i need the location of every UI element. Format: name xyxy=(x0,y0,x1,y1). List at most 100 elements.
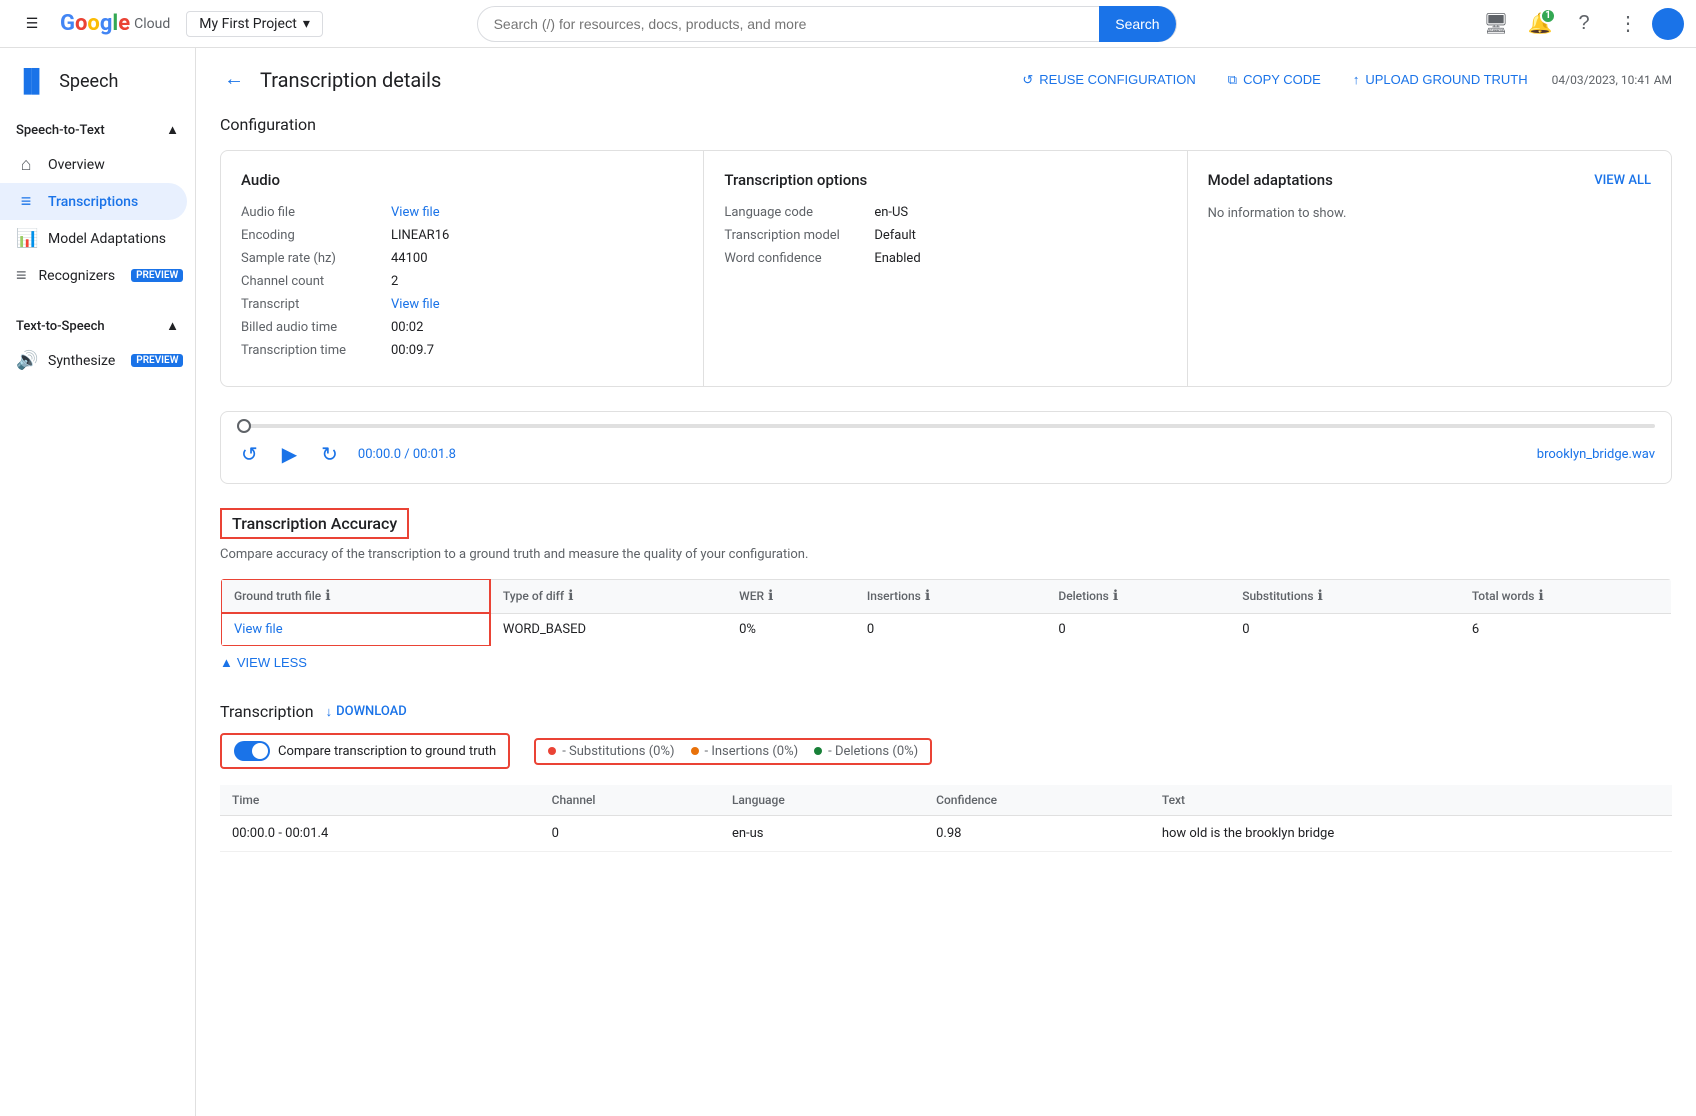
transcription-table: Time Channel Language Confidence Text 00… xyxy=(220,785,1672,852)
compare-toggle[interactable] xyxy=(234,741,270,761)
info-icon-wer[interactable]: ℹ xyxy=(768,588,773,604)
main-content: ← Transcription details ↺ REUSE CONFIGUR… xyxy=(196,48,1696,1116)
info-icon-ground-truth[interactable]: ℹ xyxy=(325,588,330,604)
info-icon-substitutions[interactable]: ℹ xyxy=(1318,588,1323,604)
search-input[interactable] xyxy=(494,16,1100,32)
view-all-link[interactable]: VIEW ALL xyxy=(1594,173,1651,188)
progress-thumb[interactable] xyxy=(237,419,251,433)
notifications-icon[interactable]: 🔔 xyxy=(1520,4,1560,44)
reuse-configuration-button[interactable]: ↺ REUSE CONFIGURATION xyxy=(1014,68,1203,92)
rewind-button[interactable]: ↺ xyxy=(237,438,262,471)
legend-deletions: - Deletions (0%) xyxy=(814,744,918,759)
download-icon: ↓ xyxy=(326,704,333,720)
search-bar: Search xyxy=(477,6,1177,42)
product-name: Speech xyxy=(59,71,118,92)
preview-badge-synthesize: PREVIEW xyxy=(131,354,183,367)
th-type-of-diff: Type of diff ℹ xyxy=(490,579,727,613)
audio-filename-link[interactable]: brooklyn_bridge.wav xyxy=(1537,447,1655,462)
project-name: My First Project xyxy=(199,16,297,32)
audio-progress-bar[interactable] xyxy=(237,424,1655,428)
ground-truth-file-link[interactable]: View file xyxy=(234,622,283,637)
menu-icon[interactable]: ☰ xyxy=(12,4,52,44)
avatar[interactable] xyxy=(1652,8,1684,40)
toggle-thumb xyxy=(252,743,268,759)
td-total-words: 6 xyxy=(1460,613,1672,646)
chevron-up-icon: ▲ xyxy=(166,122,179,138)
compare-toggle-container: Compare transcription to ground truth xyxy=(220,733,510,769)
sidebar-item-recognizers[interactable]: ≡ Recognizers PREVIEW xyxy=(0,257,187,294)
audio-file-link[interactable]: View file xyxy=(391,205,440,220)
sidebar-item-transcriptions[interactable]: ≡ Transcriptions xyxy=(0,183,187,220)
project-selector[interactable]: My First Project ▾ xyxy=(186,11,323,37)
audio-card: Audio Audio file View file Encoding LINE… xyxy=(221,151,704,386)
td-substitutions: 0 xyxy=(1230,613,1460,646)
copy-icon: ⧉ xyxy=(1228,72,1237,88)
word-confidence-row: Word confidence Enabled xyxy=(724,251,1166,266)
cast-icon[interactable]: 🖥 xyxy=(1476,4,1516,44)
model-adaptations-icon: 📊 xyxy=(16,228,36,249)
download-link[interactable]: ↓ DOWNLOAD xyxy=(326,704,407,720)
th-substitutions: Substitutions ℹ xyxy=(1230,579,1460,613)
substitutions-dot xyxy=(548,747,556,755)
td-trans-language: en-us xyxy=(720,816,924,852)
chevron-up-icon-tts: ▲ xyxy=(166,318,179,334)
preview-badge: PREVIEW xyxy=(131,269,183,282)
accuracy-table-row: View file WORD_BASED 0% 0 0 0 6 xyxy=(221,613,1672,646)
td-type-of-diff: WORD_BASED xyxy=(490,613,727,646)
th-trans-channel: Channel xyxy=(540,785,720,816)
billed-audio-row: Billed audio time 00:02 xyxy=(241,320,683,335)
upload-ground-truth-button[interactable]: ↑ UPLOAD GROUND TRUTH xyxy=(1345,68,1536,91)
th-deletions: Deletions ℹ xyxy=(1046,579,1230,613)
transcription-model-row: Transcription model Default xyxy=(724,228,1166,243)
config-cards: Audio Audio file View file Encoding LINE… xyxy=(220,150,1672,387)
upload-icon: ↑ xyxy=(1353,72,1360,87)
page-header-left: ← Transcription details xyxy=(220,64,441,95)
transcriptions-icon: ≡ xyxy=(16,191,36,212)
info-icon-deletions[interactable]: ℹ xyxy=(1113,588,1118,604)
notification-count: 1 xyxy=(1540,8,1556,24)
td-trans-time: 00:00.0 - 00:01.4 xyxy=(220,816,540,852)
td-ground-truth: View file xyxy=(221,613,490,646)
transcript-link[interactable]: View file xyxy=(391,297,440,312)
search-button[interactable]: Search xyxy=(1099,6,1175,42)
th-ground-truth: Ground truth file ℹ xyxy=(221,579,490,613)
back-button[interactable]: ← xyxy=(220,64,248,95)
transcription-section-title: Transcription xyxy=(220,702,314,721)
accuracy-description: Compare accuracy of the transcription to… xyxy=(220,547,1672,562)
transcript-row: Transcript View file xyxy=(241,297,683,312)
transcription-header: Transcription ↓ DOWNLOAD xyxy=(220,702,1672,721)
encoding-row: Encoding LINEAR16 xyxy=(241,228,683,243)
language-code-row: Language code en-US xyxy=(724,205,1166,220)
forward-button[interactable]: ↻ xyxy=(317,438,342,471)
info-icon-total-words[interactable]: ℹ xyxy=(1538,588,1543,604)
chevron-up-icon-view-less: ▲ xyxy=(220,655,233,670)
sidebar-section-tts-header[interactable]: Text-to-Speech ▲ xyxy=(0,310,195,342)
audio-card-title: Audio xyxy=(241,171,683,189)
audio-file-row: Audio file View file xyxy=(241,205,683,220)
channel-count-row: Channel count 2 xyxy=(241,274,683,289)
th-total-words: Total words ℹ xyxy=(1460,579,1672,613)
th-trans-time: Time xyxy=(220,785,540,816)
more-options-icon[interactable]: ⋮ xyxy=(1608,4,1648,44)
configuration-title: Configuration xyxy=(220,115,1672,134)
transcription-options-title: Transcription options xyxy=(724,171,1166,189)
configuration-section: Configuration Audio Audio file View file… xyxy=(220,115,1672,387)
th-trans-text: Text xyxy=(1150,785,1672,816)
play-button[interactable]: ▶ xyxy=(278,438,301,471)
help-icon[interactable]: ? xyxy=(1564,4,1604,44)
sidebar-item-synthesize[interactable]: 🔊 Synthesize PREVIEW xyxy=(0,342,187,379)
copy-code-button[interactable]: ⧉ COPY CODE xyxy=(1220,68,1329,92)
info-icon-insertions[interactable]: ℹ xyxy=(925,588,930,604)
deletions-dot xyxy=(814,747,822,755)
sidebar-section-stt-header[interactable]: Speech-to-Text ▲ xyxy=(0,114,195,146)
sidebar-item-model-adaptations[interactable]: 📊 Model Adaptations xyxy=(0,220,187,257)
header-actions: ↺ REUSE CONFIGURATION ⧉ COPY CODE ↑ UPLO… xyxy=(1014,68,1672,92)
trans-table-row: 00:00.0 - 00:01.4 0 en-us 0.98 how old i… xyxy=(220,816,1672,852)
no-info-text: No information to show. xyxy=(1208,206,1347,221)
view-less-button[interactable]: ▲ VIEW LESS xyxy=(220,647,307,678)
page-header: ← Transcription details ↺ REUSE CONFIGUR… xyxy=(220,64,1672,95)
th-insertions: Insertions ℹ xyxy=(855,579,1046,613)
sidebar-item-overview[interactable]: ⌂ Overview xyxy=(0,146,187,183)
info-icon-type-diff[interactable]: ℹ xyxy=(568,588,573,604)
td-wer: 0% xyxy=(727,613,855,646)
